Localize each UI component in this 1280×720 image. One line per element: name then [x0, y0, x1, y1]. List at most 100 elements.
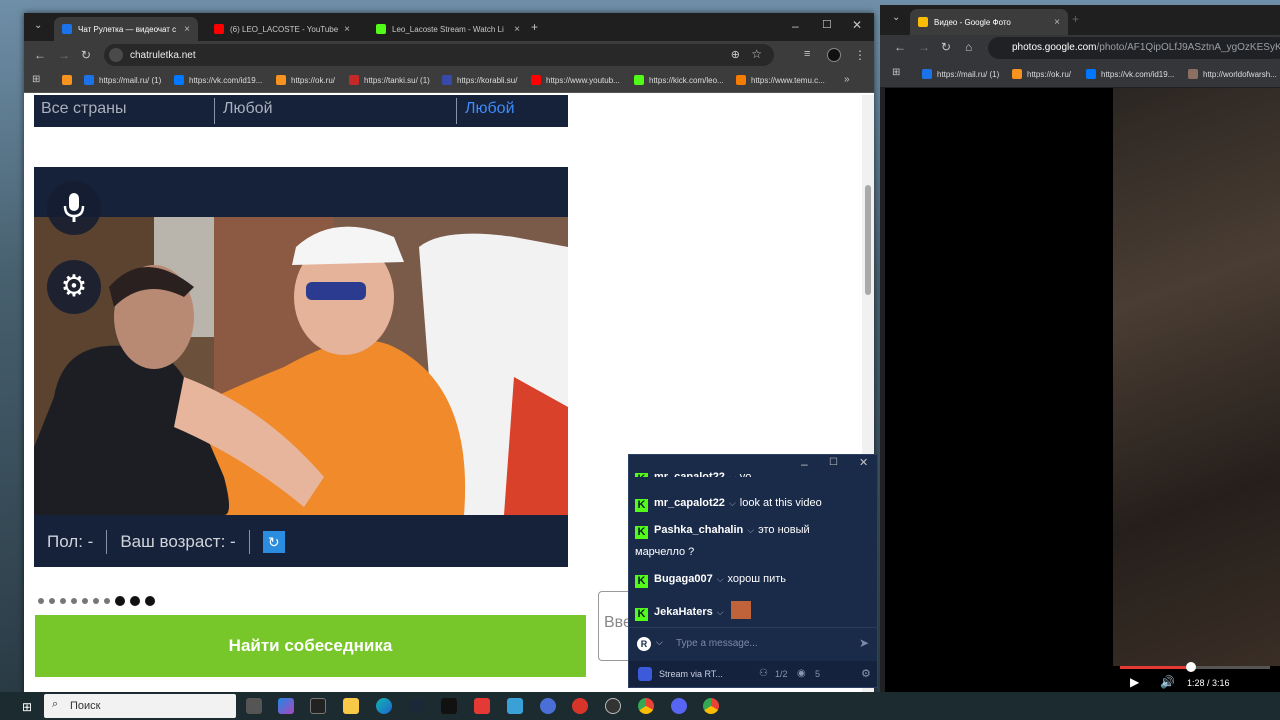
bookmark-item[interactable]: https://ok.ru/ [276, 75, 335, 85]
gear-icon[interactable]: ⚙ [861, 667, 871, 680]
close-tab-icon[interactable]: × [1054, 17, 1060, 28]
minimize-icon[interactable]: – [792, 20, 799, 32]
bookmark-item[interactable]: https://tanki.su/ (1) [349, 75, 430, 85]
video-player[interactable]: ▶ 🔊 1:28 / 3:16 [885, 88, 1280, 692]
chevron-down-icon[interactable]: ⌵ [656, 638, 663, 647]
tab-chatruletka[interactable]: Чат Рулетка — видеочат с × [54, 17, 198, 41]
chatruletka-favicon [62, 24, 72, 34]
chat-message-input[interactable]: Type a message... [676, 638, 758, 649]
edge-icon[interactable] [376, 698, 392, 714]
address-bar[interactable]: photos.google.com/photo/AF1QipOLfJ9ASztn… [988, 37, 1280, 59]
site-info-icon[interactable] [109, 48, 123, 62]
new-tab-icon[interactable]: + [531, 21, 538, 33]
find-partner-button[interactable]: Найти собеседника [35, 615, 586, 677]
more-bookmarks-icon[interactable]: » [844, 75, 850, 85]
app-icon[interactable] [474, 698, 490, 714]
bookmark-item[interactable] [62, 75, 77, 85]
volume-icon[interactable]: 🔊 [1160, 676, 1175, 688]
close-tab-icon[interactable]: × [514, 24, 520, 35]
copilot-icon[interactable] [278, 698, 294, 714]
close-window-icon[interactable]: ✕ [852, 19, 862, 31]
reload-icon[interactable]: ↻ [81, 49, 91, 61]
bookmark-item[interactable]: https://ok.ru/ [1012, 69, 1071, 79]
taskbar-search[interactable]: ⌕ Поиск [44, 694, 236, 718]
profile-avatar[interactable] [827, 48, 841, 62]
home-icon[interactable]: ⌂ [965, 41, 972, 53]
apps-grid-icon[interactable]: ⊞ [32, 75, 40, 85]
close-tab-icon[interactable]: × [184, 24, 190, 35]
maximize-icon[interactable]: ☐ [829, 458, 838, 468]
app-icon[interactable] [507, 698, 523, 714]
windows-taskbar: ⊞ ⌕ Поиск [0, 692, 1280, 720]
app-icon[interactable] [605, 698, 621, 714]
rt-logo-icon[interactable]: R [637, 637, 651, 651]
tab-search-icon[interactable]: ⌄ [892, 13, 900, 23]
maximize-icon[interactable]: ☐ [822, 20, 832, 31]
bookmark-item[interactable]: http://worldofwarsh... [1188, 69, 1277, 79]
file-explorer-icon[interactable] [343, 698, 359, 714]
play-icon[interactable]: ▶ [1130, 676, 1139, 688]
video-progress-bar[interactable] [1120, 662, 1270, 672]
media-icon[interactable]: ≡ [804, 49, 810, 60]
menu-icon[interactable]: ⋮ [854, 49, 866, 61]
reload-icon[interactable]: ↻ [941, 41, 951, 53]
browser-toolbar: ← → ↻ chatruletka.net ⊕ ☆ ≡ ⋮ [24, 41, 874, 69]
tab-google-photos[interactable]: Видео - Google Фото × [910, 9, 1068, 35]
send-icon[interactable]: ➤ [859, 637, 869, 649]
forward-icon[interactable]: → [918, 41, 930, 53]
pagination-dots [38, 596, 155, 606]
minimize-icon[interactable]: – [801, 458, 808, 470]
bookmark-item[interactable]: https://korabli.su/ [442, 75, 517, 85]
task-view-icon[interactable] [246, 698, 262, 714]
chrome-icon[interactable] [703, 698, 719, 714]
video-progress-knob[interactable] [1185, 662, 1196, 672]
tab-kick[interactable]: Leo_Lacoste Stream - Watch Li × [368, 17, 528, 41]
divider [214, 98, 215, 124]
bookmark-item[interactable]: https://www.youtub... [531, 75, 620, 85]
divider [248, 530, 250, 554]
apps-grid-icon[interactable]: ⊞ [892, 68, 900, 78]
close-window-icon[interactable]: ✕ [859, 458, 868, 469]
google-photos-browser-window: ⌄ Видео - Google Фото × + ← → ↻ ⌂ photos… [880, 5, 1280, 692]
app-icon[interactable] [540, 698, 556, 714]
tab-strip: ⌄ Видео - Google Фото × + [880, 5, 1280, 35]
microphone-button[interactable] [47, 181, 101, 235]
close-tab-icon[interactable]: × [344, 24, 350, 35]
tab-youtube[interactable]: (6) LEO_LACOSTE - YouTube × [206, 17, 358, 41]
app-icon[interactable] [441, 698, 457, 714]
bookmark-item[interactable]: https://kick.com/leo... [634, 75, 724, 85]
sex-label: Пол: - [47, 532, 94, 551]
kick-badge-icon: K [635, 473, 648, 477]
user-info-bar: Пол: - Ваш возраст: - ↻ [34, 517, 568, 567]
age-filter[interactable]: Любой [223, 100, 273, 118]
address-bar[interactable]: chatruletka.net ⊕ ☆ [104, 44, 774, 66]
bookmark-item[interactable]: https://vk.com/id19... [174, 75, 262, 85]
bookmark-star-icon[interactable]: ☆ [751, 47, 762, 61]
scrollbar-thumb[interactable] [865, 185, 871, 295]
google-photos-favicon [918, 17, 928, 27]
terminal-icon[interactable] [310, 698, 326, 714]
bookmark-item[interactable]: https://mail.ru/ (1) [922, 69, 999, 79]
settings-button[interactable]: ⚙ [47, 260, 101, 314]
country-filter[interactable]: Все страны [41, 100, 126, 118]
app-icon[interactable] [572, 698, 588, 714]
bookmark-item[interactable]: https://vk.com/id19... [1086, 69, 1174, 79]
discord-icon[interactable] [671, 698, 687, 714]
back-icon[interactable]: ← [34, 49, 46, 61]
gender-filter[interactable]: Любой [465, 100, 515, 118]
forward-icon[interactable]: → [58, 49, 70, 61]
chrome-icon[interactable] [638, 698, 654, 714]
kick-badge-icon: K [635, 526, 648, 539]
steam-icon[interactable] [409, 698, 425, 714]
bookmark-item[interactable]: https://mail.ru/ (1) [84, 75, 161, 85]
new-tab-icon[interactable]: + [1072, 13, 1079, 25]
tab-search-icon[interactable]: ⌄ [34, 21, 42, 31]
kick-badge-icon: K [635, 575, 648, 588]
refresh-icon[interactable]: ↻ [262, 531, 285, 553]
back-icon[interactable]: ← [894, 41, 906, 53]
zoom-icon[interactable]: ⊕ [731, 48, 740, 61]
windows-start-icon[interactable]: ⊞ [22, 700, 32, 714]
bookmark-item[interactable]: https://www.temu.c... [736, 75, 825, 85]
chat-footer: Stream via RT... ⚇ 1/2 ◉ 5 ⚙ [629, 661, 877, 687]
stream-label: Stream via RT... [659, 669, 723, 679]
